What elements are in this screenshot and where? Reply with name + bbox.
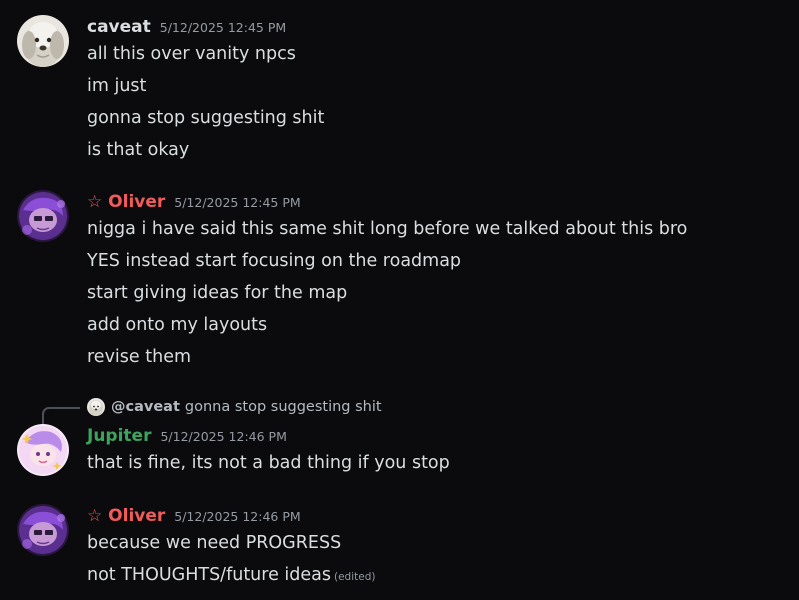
message-timestamp: 5/12/2025 12:45 PM <box>174 195 301 210</box>
reply-preview-text: gonna stop suggesting shit <box>184 399 382 415</box>
avatar-jupiter[interactable] <box>17 424 69 476</box>
message-header: Jupiter 5/12/2025 12:46 PM <box>87 426 287 448</box>
message-timestamp: 5/12/2025 12:46 PM <box>174 509 301 524</box>
reply-mention[interactable]: @caveat <box>111 399 180 415</box>
message-line: start giving ideas for the map <box>87 283 348 303</box>
avatar-oliver[interactable] <box>17 504 69 556</box>
purple-art-avatar-icon <box>17 190 69 242</box>
avatar-caveat[interactable] <box>17 15 69 67</box>
reply-avatar <box>87 398 105 416</box>
message-text: not THOUGHTS/future ideas <box>87 565 331 585</box>
dog-avatar-icon <box>87 398 105 416</box>
edited-label: (edited) <box>334 571 376 583</box>
author-name[interactable]: ☆ Oliver <box>87 506 165 526</box>
message-line: not THOUGHTS/future ideas (edited) <box>87 564 375 588</box>
message-header: ☆ Oliver 5/12/2025 12:46 PM <box>87 506 301 528</box>
chat-message-list: caveat 5/12/2025 12:45 PM all this over … <box>0 0 799 600</box>
message-line: is that okay <box>87 140 190 160</box>
avatar-oliver[interactable] <box>17 190 69 242</box>
author-name[interactable]: caveat <box>87 17 151 37</box>
message-line: all this over vanity npcs <box>87 44 296 64</box>
message-header: caveat 5/12/2025 12:45 PM <box>87 17 286 39</box>
message-line: add onto my layouts <box>87 315 268 335</box>
message-line: that is fine, its not a bad thing if you… <box>87 453 450 473</box>
dog-avatar-icon <box>17 15 69 67</box>
message-header: ☆ Oliver 5/12/2025 12:45 PM <box>87 192 301 214</box>
message-line: im just <box>87 76 147 96</box>
message-line: YES instead start focusing on the roadma… <box>87 251 462 271</box>
pink-art-avatar-icon <box>17 424 69 476</box>
message-line: gonna stop suggesting shit <box>87 108 325 128</box>
message-line: revise them <box>87 347 192 367</box>
purple-art-avatar-icon <box>17 504 69 556</box>
message-timestamp: 5/12/2025 12:45 PM <box>159 20 287 35</box>
message-line: because we need PROGRESS <box>87 533 342 553</box>
message-timestamp: 5/12/2025 12:46 PM <box>160 429 287 444</box>
author-name[interactable]: Jupiter <box>87 426 151 446</box>
author-name[interactable]: ☆ Oliver <box>87 192 165 212</box>
message-line: nigga i have said this same shit long be… <box>87 219 688 239</box>
reply-reference[interactable]: @caveat gonna stop suggesting shit <box>87 397 382 417</box>
